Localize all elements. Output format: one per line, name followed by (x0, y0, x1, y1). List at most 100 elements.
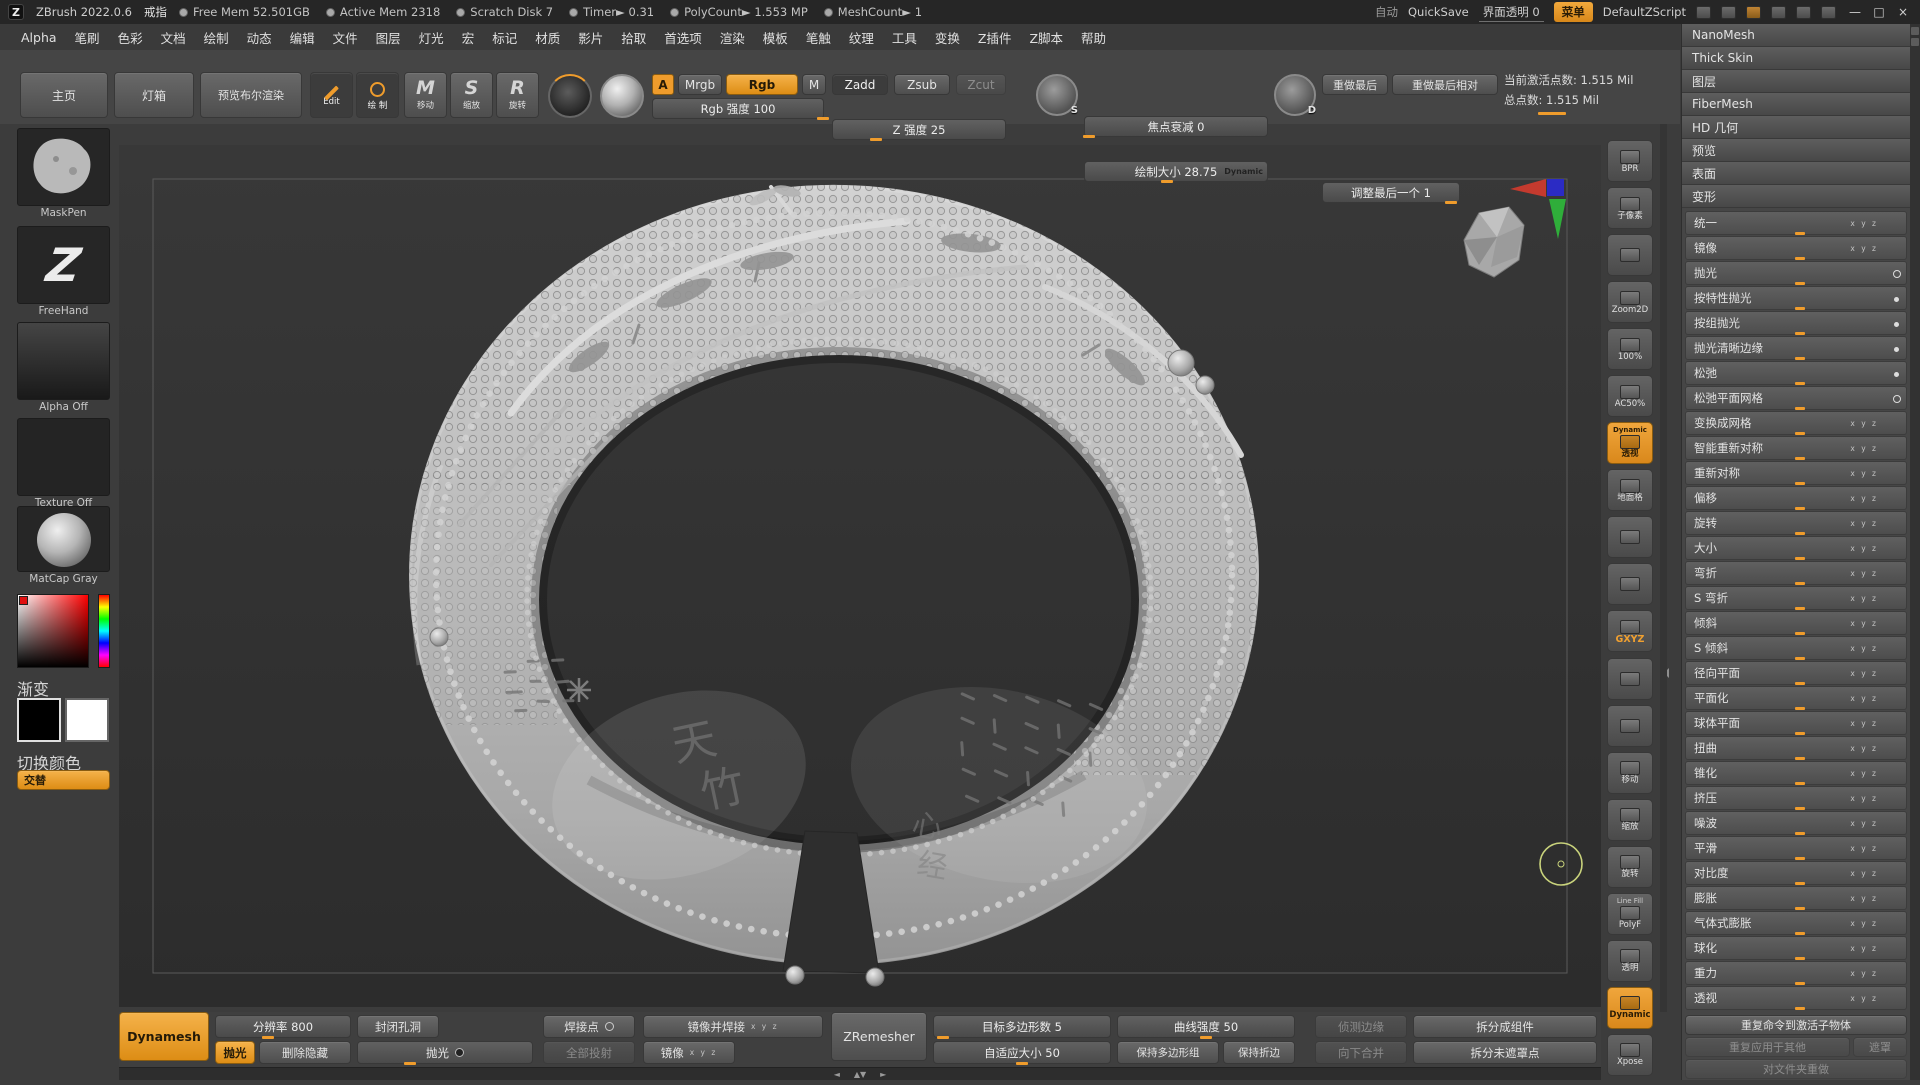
deform-slider[interactable]: 偏移 x y z (1685, 486, 1907, 510)
mode-dot[interactable] (1894, 322, 1899, 327)
floor-button[interactable]: 地面格 (1607, 469, 1653, 511)
axis-toggles[interactable]: x y z (1850, 744, 1878, 753)
deform-slider[interactable]: 弯折 x y z (1685, 561, 1907, 585)
stroke-thumbnail[interactable]: Z FreeHand (17, 226, 110, 317)
subpalette-header[interactable]: 预览 (1682, 139, 1910, 162)
persp-button[interactable]: Dynamic 透视 (1607, 422, 1653, 464)
alpha-off-thumb[interactable] (17, 322, 110, 400)
adjust-last-slider[interactable]: 调整最后一个 1 (1322, 182, 1460, 203)
texture-thumbnail[interactable]: Texture Off (17, 418, 110, 509)
deform-slider[interactable]: 智能重新对称 x y z (1685, 436, 1907, 460)
axis-toggles[interactable]: x y z (1850, 819, 1878, 828)
axis-toggles[interactable]: x y z (1850, 669, 1878, 678)
resolution-slider[interactable]: 分辨率 800 (215, 1015, 351, 1038)
menu-toggle-button[interactable]: 菜单 (1554, 2, 1593, 22)
axis-toggles[interactable]: x y z (1850, 619, 1878, 628)
axis-toggles[interactable]: x y z (1850, 219, 1878, 228)
keep-groups-button[interactable]: 保持多边形组 (1117, 1041, 1219, 1064)
subpalette-header[interactable]: NanoMesh (1682, 24, 1910, 47)
deform-slider[interactable]: 平滑 x y z (1685, 836, 1907, 860)
mask-button[interactable]: 遮罩 (1853, 1037, 1907, 1057)
layout-icon-6[interactable] (1821, 6, 1836, 19)
axis-toggles[interactable]: x y z (1850, 769, 1878, 778)
menu-item[interactable]: Z脚本 (1020, 28, 1072, 47)
nav-rotate-button[interactable]: 旋转 (1607, 846, 1653, 888)
window-control-button[interactable]: × (1894, 5, 1912, 19)
menu-item[interactable]: 文件 (324, 28, 367, 47)
menu-item[interactable]: 帮助 (1072, 28, 1115, 47)
repeat-to-other-button[interactable]: 重复应用于其他 (1685, 1037, 1850, 1057)
deform-slider[interactable]: 抛光 (1685, 261, 1907, 285)
polyframe-button[interactable]: Line Fill PolyF (1607, 893, 1653, 935)
quicksave-button[interactable]: QuickSave (1408, 5, 1469, 19)
split-unmasked-button[interactable]: 拆分未遮罩点 (1413, 1041, 1597, 1064)
subpalette-header[interactable]: 表面 (1682, 162, 1910, 185)
weld-points-button[interactable]: 焊接点 (543, 1015, 635, 1038)
deform-slider[interactable]: 对比度 x y z (1685, 861, 1907, 885)
lightbox-button[interactable]: 灯箱 (114, 72, 194, 118)
axis-toggles[interactable]: x y z (1850, 869, 1878, 878)
alpha-thumbnail[interactable]: Alpha Off (17, 322, 110, 413)
ghost-button[interactable]: Dynamic (1607, 987, 1653, 1029)
secondary-color-swatch[interactable] (65, 698, 109, 742)
deform-slider[interactable]: 按组抛光 (1685, 311, 1907, 335)
freehand-thumb[interactable]: Z (17, 226, 110, 304)
polish-button[interactable]: 抛光 (215, 1041, 255, 1064)
redo-last-button[interactable]: 重做最后 (1322, 74, 1388, 95)
menu-item[interactable]: 绘制 (195, 28, 238, 47)
right-tray-divider[interactable] (1660, 124, 1667, 1012)
window-control-button[interactable]: — (1846, 5, 1864, 19)
axis-toggles[interactable]: x y z (1850, 444, 1878, 453)
current-brush-button[interactable] (548, 74, 592, 118)
transparency-button[interactable]: 透明 (1607, 940, 1653, 982)
zoom2d-button[interactable]: Zoom2D (1607, 281, 1653, 323)
mode-dot[interactable] (1894, 372, 1899, 377)
close-holes-button[interactable]: 封闭孔洞 (357, 1015, 439, 1038)
actual-button[interactable]: 100% (1607, 328, 1653, 370)
menu-item[interactable]: 渲染 (711, 28, 754, 47)
main-color-swatch[interactable] (17, 698, 61, 742)
layout-icon-4[interactable] (1771, 6, 1786, 19)
menu-item[interactable]: 色彩 (109, 28, 152, 47)
menu-item[interactable]: 笔触 (797, 28, 840, 47)
deformation-header[interactable]: 变形 (1682, 185, 1910, 208)
deform-slider[interactable]: 旋转 x y z (1685, 511, 1907, 535)
spix-button[interactable]: 子像素 (1607, 187, 1653, 229)
color-picker[interactable] (17, 594, 110, 670)
deform-slider[interactable]: 镜像 x y z (1685, 236, 1907, 260)
deform-slider[interactable]: 球体平面 x y z (1685, 711, 1907, 735)
mrgb-button[interactable]: Mrgb (678, 74, 722, 95)
menu-item[interactable]: 模板 (754, 28, 797, 47)
dynamesh-button[interactable]: Dynamesh (119, 1012, 209, 1061)
deform-slider[interactable]: 噪波 x y z (1685, 811, 1907, 835)
axis-toggles[interactable]: x y z (690, 1048, 718, 1057)
deform-slider[interactable]: 大小 x y z (1685, 536, 1907, 560)
deform-slider[interactable]: 气体式膨胀 x y z (1685, 911, 1907, 935)
axis-toggles[interactable]: x y z (1850, 844, 1878, 853)
subpalette-header[interactable]: FiberMesh (1682, 93, 1910, 116)
mode-dot[interactable] (1893, 395, 1901, 403)
maskpen-thumb[interactable] (17, 128, 110, 206)
delete-hidden-button[interactable]: 删除隐藏 (259, 1041, 351, 1064)
focal-shift-slider[interactable]: 焦点衰减 0 (1084, 116, 1268, 137)
mode-dot[interactable] (1893, 270, 1901, 278)
mirror-and-weld-button[interactable]: 镜像并焊接 x y z (643, 1015, 823, 1038)
deform-slider[interactable]: 松弛 (1685, 361, 1907, 385)
deform-slider[interactable]: 变换成网格 x y z (1685, 411, 1907, 435)
menu-item[interactable]: 工具 (883, 28, 926, 47)
deform-slider[interactable]: 重新对称 x y z (1685, 461, 1907, 485)
depth-picker-button[interactable]: D (1274, 74, 1316, 116)
scroll-updown-arrows[interactable]: ▲▼ (854, 1070, 866, 1079)
material-thumbnail[interactable]: MatCap Gray (17, 506, 110, 585)
menu-item[interactable]: 纹理 (840, 28, 883, 47)
bpr-button[interactable]: BPR (1607, 140, 1653, 182)
rotate-button[interactable]: R 旋转 (496, 72, 539, 118)
redo-last-relative-button[interactable]: 重做最后相对 (1392, 74, 1498, 95)
subpalette-header[interactable]: HD 几何 (1682, 116, 1910, 139)
draw-size-slider[interactable]: 绘制大小 28.75 Dynamic (1084, 161, 1268, 182)
axis-toggles[interactable]: x y z (1850, 469, 1878, 478)
scroll-left-arrow[interactable]: ◄ (834, 1070, 840, 1079)
edit-button[interactable]: Edit (310, 72, 353, 118)
mode-dot[interactable] (1894, 347, 1899, 352)
subpalette-header[interactable]: Thick Skin (1682, 47, 1910, 70)
